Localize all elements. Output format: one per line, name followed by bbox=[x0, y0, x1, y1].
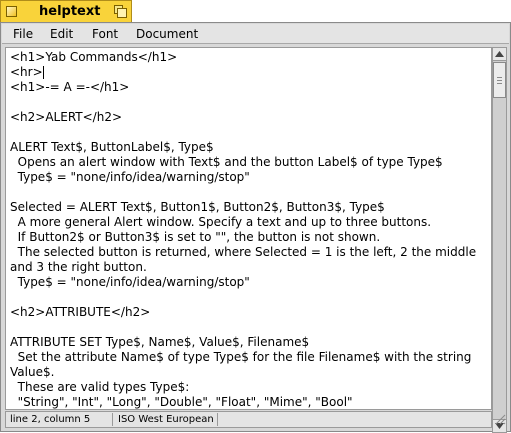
status-divider bbox=[217, 413, 218, 426]
text-line: Type$ = "none/info/idea/warning/stop" bbox=[10, 170, 250, 184]
text-line bbox=[10, 185, 476, 200]
scroll-up-arrow-icon[interactable] bbox=[493, 48, 506, 61]
window-frame: File Edit Font Document <h1>Yab Commands… bbox=[0, 22, 511, 433]
status-bar: line 2, column 5 ISO West European bbox=[5, 411, 492, 428]
menu-font[interactable]: Font bbox=[92, 27, 118, 41]
menu-document[interactable]: Document bbox=[136, 27, 198, 41]
text-caret bbox=[43, 66, 44, 79]
text-line: Type$ = "none/info/idea/warning/stop" bbox=[10, 275, 250, 289]
menu-edit[interactable]: Edit bbox=[50, 27, 73, 41]
scrollbar-thumb[interactable] bbox=[493, 62, 506, 98]
text-line: <hr> bbox=[10, 65, 43, 79]
text-line bbox=[10, 95, 476, 110]
text-line bbox=[10, 290, 476, 305]
text-line: Selected = ALERT Text$, Button1$, Button… bbox=[10, 200, 385, 214]
text-line: These are valid types Type$: bbox=[10, 380, 190, 394]
text-line: "String", "Int", "Long", "Double", "Floa… bbox=[10, 395, 353, 409]
text-line: Value$. bbox=[10, 365, 55, 379]
text-content: <h1>Yab Commands</h1> <hr> <h1>-= A =-</h1… bbox=[10, 50, 477, 409]
text-line: Set the attribute Name$ of type Type$ fo… bbox=[10, 350, 472, 364]
text-line: <h2>ATTRIBUTE</h2> bbox=[10, 305, 151, 319]
status-divider bbox=[112, 413, 113, 426]
text-line: The selected button is returned, where S… bbox=[10, 245, 477, 259]
vertical-scrollbar[interactable] bbox=[492, 47, 507, 433]
text-line: A more general Alert window. Specify a t… bbox=[10, 215, 432, 229]
window-title: helptext bbox=[39, 4, 101, 19]
text-line bbox=[10, 125, 476, 140]
menu-bar: File Edit Font Document bbox=[2, 24, 509, 44]
close-icon[interactable] bbox=[6, 6, 17, 17]
text-line bbox=[10, 320, 476, 335]
text-line: ATTRIBUTE SET Type$, Name$, Value$, File… bbox=[10, 335, 310, 349]
cursor-position-status: line 2, column 5 bbox=[10, 414, 91, 425]
editor-window: helptext File Edit Font Document <h1>Yab… bbox=[0, 0, 511, 433]
text-editor-area[interactable]: <h1>Yab Commands</h1> <hr> <h1>-= A =-</h1… bbox=[5, 47, 492, 410]
zoom-icon[interactable] bbox=[114, 5, 127, 18]
text-line: Opens an alert window with Text$ and the… bbox=[10, 155, 443, 169]
text-line: <h1>Yab Commands</h1> bbox=[10, 50, 178, 64]
window-title-tab[interactable]: helptext bbox=[0, 0, 132, 22]
encoding-status[interactable]: ISO West European bbox=[118, 414, 214, 425]
text-line: <h2>ALERT</h2> bbox=[10, 110, 123, 124]
text-line: If Button2$ or Button3$ is set to "", th… bbox=[10, 230, 381, 244]
text-line: <h1>-= A =-</h1> bbox=[10, 80, 130, 94]
resize-grip-icon[interactable] bbox=[493, 412, 506, 425]
text-line: ALERT Text$, ButtonLabel$, Type$ bbox=[10, 140, 214, 154]
menu-file[interactable]: File bbox=[13, 27, 33, 41]
text-line: and 3 the right button. bbox=[10, 260, 147, 274]
